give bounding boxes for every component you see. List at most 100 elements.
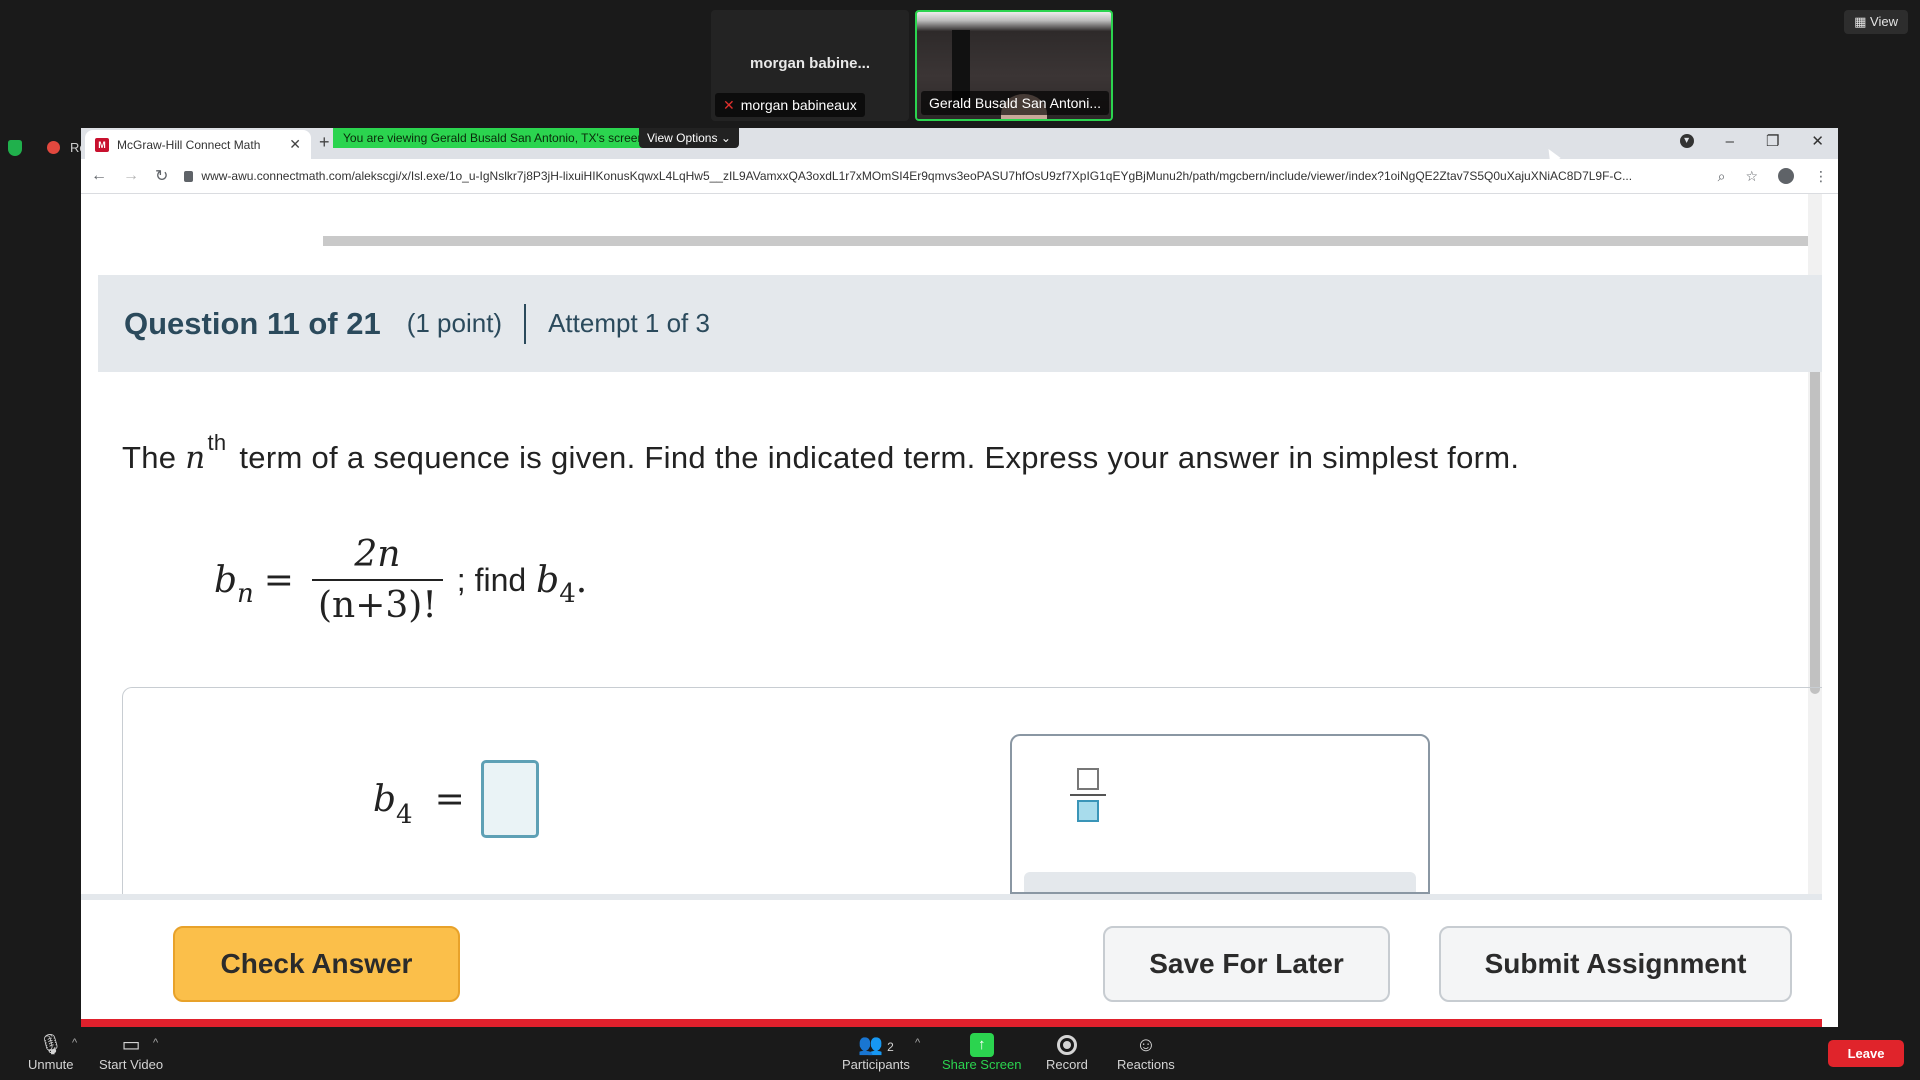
header-divider [524,303,527,344]
minimize-icon[interactable]: – [1726,133,1734,150]
leave-button[interactable]: Leave [1828,1040,1904,1067]
question-header: Question 11 of 21 (1 point) Attempt 1 of… [98,275,1822,372]
zoom-magnifier-icon[interactable]: ⌕ [1718,168,1726,185]
bookmark-star-icon[interactable]: ☆ [1745,168,1758,185]
formula-fraction: 2n (n+3)! [311,534,443,626]
formula-target-base: b [536,559,560,601]
reload-icon[interactable]: ↻ [155,166,168,186]
palette-bottom-bar [1024,872,1416,892]
encryption-shield-icon[interactable] [8,140,22,156]
recording-indicator-icon[interactable] [47,141,60,154]
view-button[interactable]: ▦ View [1844,10,1908,34]
submit-assignment-button[interactable]: Submit Assignment [1439,926,1792,1002]
participants-label: Participants [842,1057,910,1072]
math-tool-palette [1010,734,1430,894]
formula-lhs-base: b [214,559,238,601]
unmute-button[interactable]: 🎙 Unmute [28,1033,74,1072]
vertical-scrollbar-thumb[interactable] [1810,354,1820,694]
browser-tab-bar: M McGraw-Hill Connect Math ✕ + You are v… [81,128,1838,159]
reactions-label: Reactions [1117,1057,1175,1072]
action-footer: Check Answer Save For Later Submit Assig… [81,894,1822,1027]
formula-numerator: 2n [354,534,401,575]
footer-red-bar [81,1019,1822,1027]
answer-lhs-base: b [373,778,397,820]
restore-icon[interactable]: ❐ [1766,132,1779,150]
view-options-menu[interactable]: View Options ⌄ [639,128,739,148]
browser-menu-icon[interactable]: ⋮ [1814,168,1828,185]
attempt-counter: Attempt 1 of 3 [548,308,710,338]
muted-microphone-icon: 🎙 [38,1034,64,1056]
prompt-text-pre: The [122,440,177,475]
audio-options-caret-icon[interactable]: ^ [72,1037,77,1049]
tab-close-icon[interactable]: ✕ [289,136,301,153]
participants-count: 2 [887,1040,894,1054]
participant-label: Gerald Busald San Antoni... [921,91,1109,115]
url-text: www-awu.connectmath.com/alekscgi/x/Isl.e… [201,169,1633,183]
url-field[interactable]: www-awu.connectmath.com/alekscgi/x/Isl.e… [184,169,1701,183]
zoom-toolbar: 🎙 Unmute ^ ▭ Start Video ^ 👥 2 Participan… [0,1027,1920,1080]
window-controls: ▾ – ❐ ✕ [1679,132,1824,150]
record-label: Record [1046,1057,1088,1072]
fraction-tool-icon[interactable] [1070,768,1106,830]
fraction-bar [1070,794,1106,796]
fraction-denominator-slot [1077,800,1099,822]
download-icon[interactable]: ▾ [1679,134,1694,148]
record-button[interactable]: Record [1046,1033,1088,1072]
sequence-formula: bn = 2n (n+3)! ; find b4. [214,530,587,630]
formula-lhs-subscript: n [237,579,254,609]
assignment-page: ‹ Question 11 of 21 (1 point) Attempt 1 … [81,194,1822,894]
formula-period: . [575,559,588,601]
participant-name-center: morgan babine... [749,55,870,72]
video-off-icon: ▭ [121,1034,141,1056]
forward-arrow-icon[interactable]: → [123,167,139,185]
prompt-superscript: th [207,430,227,455]
answer-input[interactable] [480,760,539,838]
shared-browser-window: M McGraw-Hill Connect Math ✕ + You are v… [81,128,1838,1027]
back-arrow-icon[interactable]: ← [91,167,107,185]
record-icon [1056,1035,1077,1055]
check-answer-button[interactable]: Check Answer [173,926,460,1002]
save-for-later-button[interactable]: Save For Later [1103,926,1390,1002]
answer-expression: b4 = [373,760,539,838]
video-options-caret-icon[interactable]: ^ [153,1037,158,1049]
participant-label-text: morgan babineaux [740,97,857,113]
share-screen-button[interactable]: ↑ Share Screen [942,1033,1022,1072]
horizontal-scrollbar[interactable] [323,236,1822,246]
view-options-label: View Options [647,131,718,145]
browser-tab[interactable]: M McGraw-Hill Connect Math ✕ [85,130,311,159]
participant-label: ✕ morgan babineaux [715,93,865,117]
profile-avatar-icon[interactable] [1778,168,1794,184]
participants-button[interactable]: 👥 2 Participants [842,1033,910,1072]
question-title: Question 11 of 21 [124,305,381,341]
address-bar: ← → ↻ www-awu.connectmath.com/alekscgi/x… [81,159,1838,194]
formula-find-text: ; find [456,561,527,598]
unmute-label: Unmute [28,1057,74,1072]
question-prompt: The nth term of a sequence is given. Fin… [122,430,1520,476]
share-screen-label: Share Screen [942,1057,1022,1072]
participant-label-text: Gerald Busald San Antoni... [929,95,1101,111]
formula-equals: = [263,559,294,601]
participants-caret-icon[interactable]: ^ [915,1037,920,1049]
share-screen-icon: ↑ [969,1033,994,1057]
question-points: (1 point) [406,308,503,338]
reactions-icon: ☺ [1135,1034,1157,1056]
mcgraw-hill-favicon-icon: M [95,137,109,152]
participant-tile-morgan[interactable]: morgan babine... ✕ morgan babineaux [711,10,909,121]
answer-lhs-subscript: 4 [396,800,413,830]
mic-muted-icon: ✕ [723,97,735,113]
new-tab-icon[interactable]: + [319,132,330,153]
start-video-label: Start Video [99,1057,164,1072]
reactions-button[interactable]: ☺ Reactions [1117,1033,1175,1072]
participant-tile-gerald[interactable]: Gerald Busald San Antoni... [915,10,1113,121]
participants-icon: 👥 2 [858,1034,894,1056]
close-window-icon[interactable]: ✕ [1811,132,1824,150]
tab-title: McGraw-Hill Connect Math [117,137,261,152]
screen-share-banner: You are viewing Gerald Busald San Antoni… [333,128,655,148]
prompt-text-post: term of a sequence is given. Find the in… [239,440,1520,475]
answer-equals: = [434,778,465,820]
lock-icon [184,170,194,182]
address-bar-actions: ⌕ ☆ ⋮ [1718,168,1828,185]
zoom-top-strip: morgan babine... ✕ morgan babineaux Gera… [0,0,1920,128]
prompt-variable: n [185,440,206,476]
formula-target-subscript: 4 [559,579,576,609]
